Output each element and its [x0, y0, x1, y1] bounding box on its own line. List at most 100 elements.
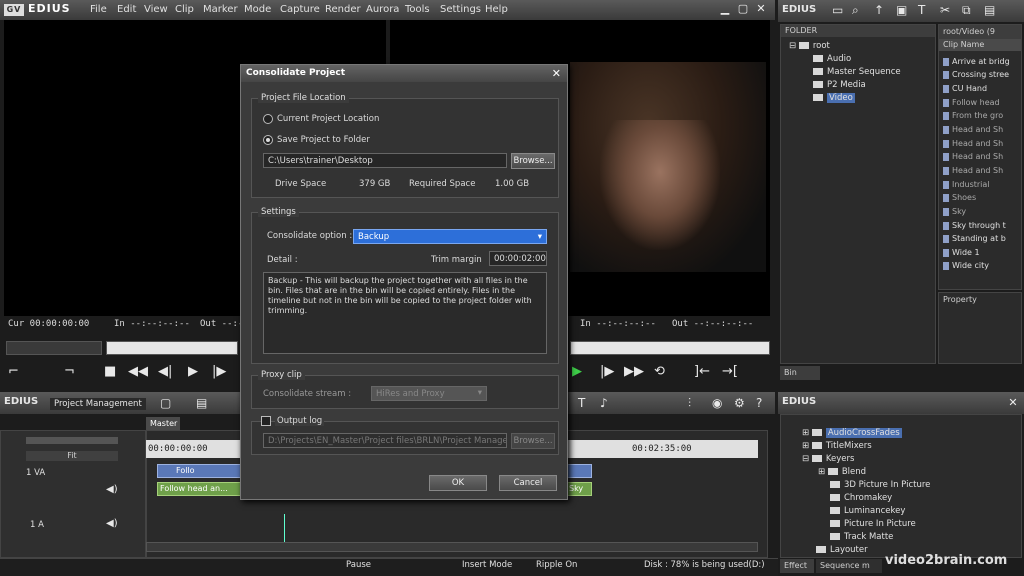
- timeline-video-clip[interactable]: [566, 464, 592, 478]
- effect-item[interactable]: ⊞ TitleMixers: [802, 441, 872, 451]
- settings-icon[interactable]: ⚙: [734, 396, 745, 410]
- help-icon[interactable]: ?: [756, 396, 762, 410]
- clip-item[interactable]: Shoes: [943, 193, 1009, 205]
- open-project-icon[interactable]: ▤: [196, 396, 207, 410]
- browse-button[interactable]: Browse...: [511, 153, 555, 169]
- menu-mode[interactable]: Mode: [244, 4, 271, 15]
- consolidate-option-select[interactable]: Backup ▾: [353, 229, 547, 244]
- clip-item[interactable]: Sky through t: [943, 221, 1009, 233]
- new-folder-icon[interactable]: ▣: [896, 3, 907, 17]
- folder-icon[interactable]: ▭: [832, 3, 843, 17]
- player-jog-slider[interactable]: [6, 341, 102, 355]
- mixer-icon[interactable]: T: [578, 396, 585, 410]
- minimize-icon[interactable]: ▁: [718, 2, 732, 16]
- effects-tab-sequence[interactable]: Sequence m: [816, 559, 882, 573]
- output-log-checkbox[interactable]: [261, 416, 271, 426]
- clip-item[interactable]: Wide city: [943, 261, 1009, 273]
- menu-view[interactable]: View: [144, 4, 168, 15]
- search-icon[interactable]: ⌕: [852, 3, 859, 18]
- audio-icon[interactable]: ◀): [106, 484, 118, 495]
- recorder-step-forward-icon[interactable]: |▶: [600, 364, 614, 379]
- timeline-audio-clip[interactable]: Follow head an...: [157, 482, 241, 496]
- effect-item[interactable]: ⊟ Keyers: [802, 454, 854, 464]
- menu-tools[interactable]: Tools: [405, 4, 430, 15]
- bin-tab[interactable]: Bin: [780, 366, 820, 380]
- menu-capture[interactable]: Capture: [280, 4, 320, 15]
- menu-edit[interactable]: Edit: [117, 4, 136, 15]
- timeline-cursor[interactable]: [284, 514, 285, 542]
- clip-item[interactable]: Head and Sh: [943, 166, 1009, 178]
- stop-icon[interactable]: ■: [104, 364, 116, 379]
- timeline-video-clip[interactable]: Follo: [157, 464, 241, 478]
- menu-help[interactable]: Help: [485, 4, 508, 15]
- trim-out-icon[interactable]: →[: [722, 364, 738, 379]
- step-forward-icon[interactable]: |▶: [212, 364, 226, 379]
- menu-settings[interactable]: Settings: [440, 4, 481, 15]
- restore-icon[interactable]: ▢: [736, 2, 750, 16]
- mic-icon[interactable]: ♪: [600, 396, 608, 410]
- clip-item[interactable]: Head and Sh: [943, 125, 1009, 137]
- dialog-close-icon[interactable]: ✕: [552, 67, 561, 80]
- trim-in-icon[interactable]: ]←: [694, 364, 710, 379]
- effect-item[interactable]: Chromakey: [830, 493, 892, 503]
- effect-item[interactable]: ⊞ Blend: [818, 467, 866, 477]
- folder-master-sequence[interactable]: Master Sequence: [813, 67, 901, 77]
- recorder-scrub-bar[interactable]: [570, 341, 770, 355]
- folder-p2-media[interactable]: P2 Media: [813, 80, 866, 90]
- menu-file[interactable]: File: [90, 4, 107, 15]
- cut-icon[interactable]: ✂: [940, 3, 950, 17]
- menu-aurora[interactable]: Aurora: [366, 4, 399, 15]
- ok-button[interactable]: OK: [429, 475, 487, 491]
- up-folder-icon[interactable]: ↑: [874, 3, 884, 17]
- color-icon[interactable]: ◉: [712, 396, 722, 410]
- menu-render[interactable]: Render: [325, 4, 361, 15]
- clip-item[interactable]: Head and Sh: [943, 139, 1009, 151]
- copy-icon[interactable]: ⧉: [962, 3, 971, 18]
- clip-item[interactable]: Head and Sh: [943, 152, 1009, 164]
- zoom-slider[interactable]: [26, 437, 118, 444]
- effect-item[interactable]: Picture In Picture: [830, 519, 916, 529]
- effect-item[interactable]: Luminancekey: [830, 506, 905, 516]
- play-icon[interactable]: ▶: [188, 364, 198, 379]
- clip-item[interactable]: From the gro: [943, 111, 1009, 123]
- clip-item[interactable]: Sky: [943, 207, 1009, 219]
- set-in-icon[interactable]: ⌐: [8, 364, 19, 379]
- levels-icon[interactable]: ⫶: [688, 396, 691, 411]
- effect-item[interactable]: Layouter: [816, 545, 868, 555]
- folder-audio[interactable]: Audio: [813, 54, 851, 64]
- radio-current-location[interactable]: [263, 114, 273, 124]
- menu-marker[interactable]: Marker: [203, 4, 238, 15]
- output-browse-button[interactable]: Browse...: [511, 433, 555, 449]
- effects-close-icon[interactable]: ✕: [1006, 396, 1020, 410]
- folder-path-field[interactable]: C:\Users\trainer\Desktop: [263, 153, 507, 168]
- trim-margin-field[interactable]: 00:00:02:00: [489, 251, 547, 266]
- set-out-icon[interactable]: ¬: [64, 364, 75, 379]
- step-back-icon[interactable]: ◀|: [158, 364, 172, 379]
- timeline-audio-clip[interactable]: Sky: [566, 482, 592, 496]
- rewind-icon[interactable]: ◀◀: [128, 364, 148, 379]
- zoom-fit[interactable]: Fit: [26, 451, 118, 461]
- recorder-fast-forward-icon[interactable]: ▶▶: [624, 364, 644, 379]
- title-icon[interactable]: T: [918, 3, 925, 17]
- timeline-scrollbar[interactable]: [146, 542, 758, 552]
- effects-tab-effect[interactable]: Effect: [780, 559, 814, 573]
- audio-icon[interactable]: ◀): [106, 518, 118, 529]
- clip-item[interactable]: Wide 1: [943, 248, 1009, 260]
- loop-icon[interactable]: ⟲: [654, 364, 665, 379]
- effect-item[interactable]: Track Matte: [830, 532, 893, 542]
- effect-item[interactable]: ⊞ AudioCrossFades: [802, 428, 902, 438]
- sequence-tab-master[interactable]: Master: [146, 417, 180, 430]
- radio-save-to-folder[interactable]: [263, 135, 273, 145]
- folder-video[interactable]: Video: [813, 93, 855, 103]
- clip-item[interactable]: Industrial: [943, 180, 1009, 192]
- menu-clip[interactable]: Clip: [175, 4, 194, 15]
- effect-item[interactable]: 3D Picture In Picture: [830, 480, 930, 490]
- clip-item[interactable]: Crossing stree: [943, 70, 1009, 82]
- clip-item[interactable]: Follow head: [943, 98, 1009, 110]
- folder-root[interactable]: ⊟ root: [789, 41, 830, 51]
- player-scrub-bar[interactable]: [106, 341, 238, 355]
- output-log-path-field[interactable]: D:\Projects\EN_Master\Project files\BRLN…: [263, 433, 507, 448]
- cancel-button[interactable]: Cancel: [499, 475, 557, 491]
- clip-item[interactable]: Arrive at bridg: [943, 57, 1009, 69]
- clip-item[interactable]: Standing at b: [943, 234, 1009, 246]
